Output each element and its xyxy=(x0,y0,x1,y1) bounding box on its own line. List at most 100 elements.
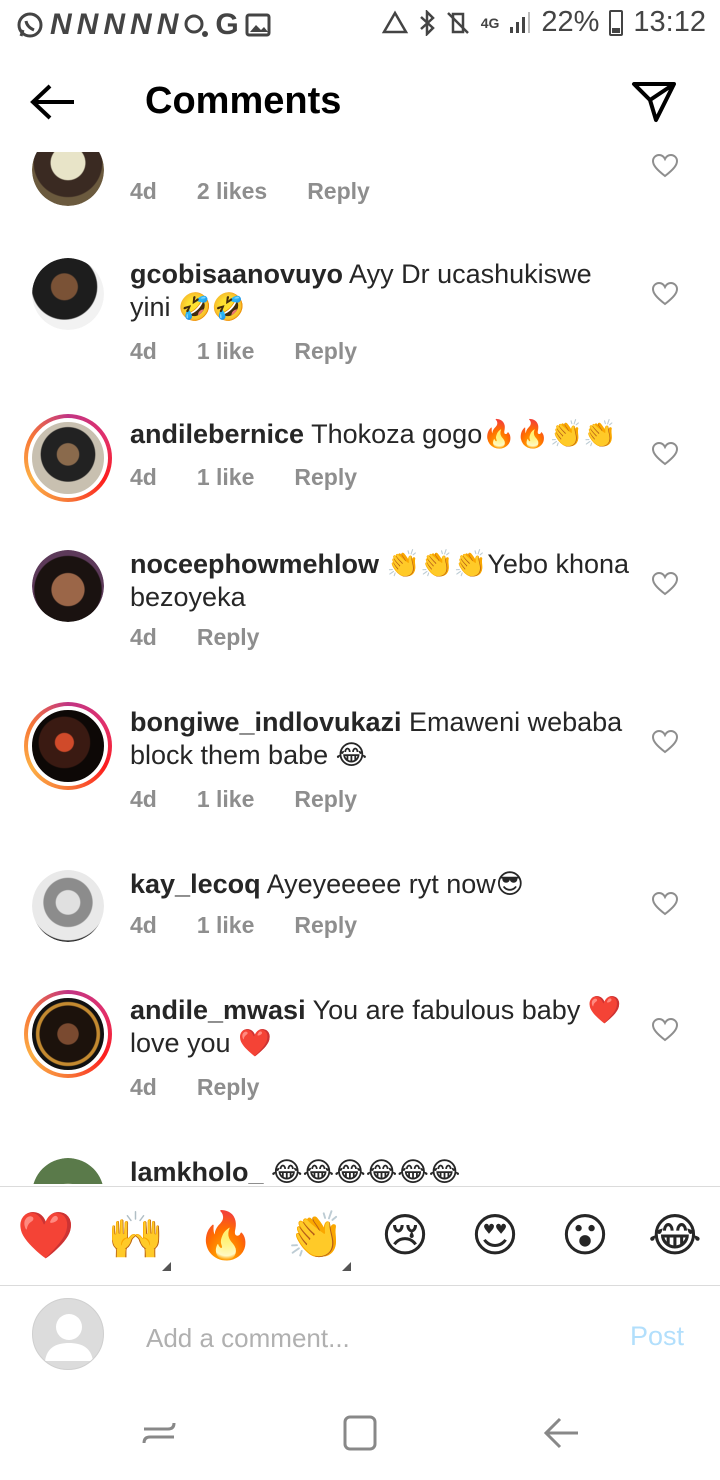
avatar-story-ring[interactable] xyxy=(24,414,112,502)
reply-button[interactable]: Reply xyxy=(307,178,370,205)
comment-meta: 4d 1 like Reply xyxy=(130,786,397,813)
comment-username[interactable]: lamkholo_ xyxy=(130,1157,264,1184)
comment-text: 😂😂😂😂😂😂 xyxy=(263,1157,461,1184)
comment-time: 4d xyxy=(130,178,157,204)
system-navigation-bar xyxy=(0,1395,720,1480)
comment-list[interactable]: 4d 2 likes Reply gcobisaanovuyo Ayy Dr u… xyxy=(0,152,720,1184)
comment-meta: 4d 1 like Reply xyxy=(130,464,397,491)
notification-n-icon: N xyxy=(130,8,152,41)
comment-likes[interactable]: 1 like xyxy=(197,786,255,813)
comment-body: gcobisaanovuyo Ayy Dr ucashukiswe yini 🤣… xyxy=(130,258,630,324)
network-type: 4G xyxy=(480,14,500,31)
reply-button[interactable]: Reply xyxy=(294,464,357,491)
reply-button[interactable]: Reply xyxy=(294,786,357,813)
avatar[interactable] xyxy=(32,870,104,942)
avatar[interactable] xyxy=(32,550,104,622)
my-avatar xyxy=(32,1298,104,1370)
comment-likes[interactable]: 1 like xyxy=(197,338,255,365)
reply-button[interactable]: Reply xyxy=(294,338,357,365)
comment-likes[interactable]: 1 like xyxy=(197,912,255,939)
status-bar: N N N N N G 4G 22% 13:12 xyxy=(0,0,720,52)
comment-username[interactable]: andile_mwasi xyxy=(130,995,306,1025)
comment-body: andilebernice Thokoza gogo🔥🔥👏👏 xyxy=(130,418,630,451)
comment-text: Ayeyeeeee ryt now😎 xyxy=(260,869,524,899)
comment-username[interactable]: gcobisaanovuyo xyxy=(130,259,343,289)
avatar[interactable] xyxy=(32,1158,104,1184)
avatar[interactable] xyxy=(32,152,104,206)
back-nav-icon xyxy=(543,1417,578,1449)
heart-icon[interactable] xyxy=(652,282,678,306)
back-button[interactable] xyxy=(28,82,84,126)
search-notification-icon xyxy=(184,14,209,37)
home-icon xyxy=(343,1415,377,1451)
post-button[interactable]: Post xyxy=(630,1321,684,1352)
notification-icons: N N N N N G xyxy=(16,8,271,42)
recent-apps-icon xyxy=(142,1422,176,1444)
heart-eyes-emoji-button[interactable]: 😍 xyxy=(467,1207,523,1263)
comment-time: 4d xyxy=(130,464,157,490)
bluetooth-icon xyxy=(419,9,435,36)
heart-icon[interactable] xyxy=(652,1018,678,1042)
avatar-story-ring[interactable] xyxy=(24,990,112,1078)
notification-n-icon: N xyxy=(156,8,179,41)
heart-emoji-button[interactable]: ❤️ xyxy=(17,1207,74,1263)
comment-body: bongiwe_indlovukazi Emaweni webaba block… xyxy=(130,706,630,772)
direct-message-icon xyxy=(632,82,676,122)
comment-likes[interactable]: 1 like xyxy=(197,464,255,491)
reply-button[interactable]: Reply xyxy=(197,1074,260,1101)
comment-time: 4d xyxy=(130,786,157,812)
avatar[interactable] xyxy=(32,258,104,330)
heart-icon[interactable] xyxy=(652,154,678,178)
share-button[interactable] xyxy=(630,80,682,128)
comment-time: 4d xyxy=(130,912,157,938)
heart-icon[interactable] xyxy=(652,730,678,754)
back-arrow-icon xyxy=(30,84,74,120)
notification-n-icon: N xyxy=(76,8,99,41)
laughing-emoji-button[interactable]: 😂 xyxy=(647,1207,703,1263)
skin-tone-indicator xyxy=(342,1262,351,1271)
comment-time: 4d xyxy=(130,1074,157,1100)
surprised-emoji-button[interactable]: 😮 xyxy=(557,1207,613,1263)
comment-meta: 4d 1 like Reply xyxy=(130,338,397,365)
comment-time: 4d xyxy=(130,338,157,364)
battery-icon xyxy=(609,9,624,36)
crying-emoji-button[interactable]: 😢 xyxy=(377,1207,433,1263)
system-back-button[interactable] xyxy=(540,1413,584,1453)
comment-username[interactable]: andilebernice xyxy=(130,419,304,449)
comment-input[interactable] xyxy=(144,1315,568,1361)
comment-likes[interactable]: 2 likes xyxy=(197,178,267,205)
avatar-story-ring[interactable] xyxy=(24,702,112,790)
quick-reactions-bar: ❤️ 🙌 🔥 👏 😢 😍 😮 😂 xyxy=(0,1186,720,1286)
comment-username[interactable]: kay_lecoq xyxy=(130,869,261,899)
comment-username[interactable]: bongiwe_indlovukazi xyxy=(130,707,402,737)
comment-body: andile_mwasi You are fabulous baby ❤️ lo… xyxy=(130,994,630,1060)
vibrate-mute-icon xyxy=(446,11,469,34)
whatsapp-icon xyxy=(17,12,43,38)
comment-meta: 4d 2 likes Reply xyxy=(130,178,410,205)
reply-button[interactable]: Reply xyxy=(294,912,357,939)
reply-button[interactable]: Reply xyxy=(197,624,260,651)
heart-icon[interactable] xyxy=(652,892,678,916)
default-avatar-icon xyxy=(45,1314,93,1361)
comment-text: Thokoza gogo🔥🔥👏👏 xyxy=(304,419,617,449)
signal-icon xyxy=(510,11,531,33)
comment-meta: 4d 1 like Reply xyxy=(130,912,397,939)
comment-composer: Post xyxy=(0,1285,720,1395)
skin-tone-indicator xyxy=(162,1262,171,1271)
battery-percent: 22% xyxy=(541,6,600,38)
fire-emoji-button[interactable]: 🔥 xyxy=(197,1207,254,1263)
recent-apps-button[interactable] xyxy=(138,1413,182,1453)
clap-emoji-button[interactable]: 👏 xyxy=(287,1207,344,1263)
header: Comments xyxy=(0,52,720,152)
heart-icon[interactable] xyxy=(652,442,678,466)
notification-n-icon: N xyxy=(50,8,72,41)
notification-n-icon: N xyxy=(103,8,125,41)
system-status: 4G 22% 13:12 xyxy=(381,6,706,39)
clock: 13:12 xyxy=(633,6,706,38)
home-button[interactable] xyxy=(338,1413,382,1453)
page-title: Comments xyxy=(145,80,342,122)
comment-meta: 4d Reply xyxy=(130,1074,299,1101)
heart-icon[interactable] xyxy=(652,572,678,596)
comment-username[interactable]: noceephowmehlow xyxy=(130,549,379,579)
raised-hands-emoji-button[interactable]: 🙌 xyxy=(107,1207,164,1263)
